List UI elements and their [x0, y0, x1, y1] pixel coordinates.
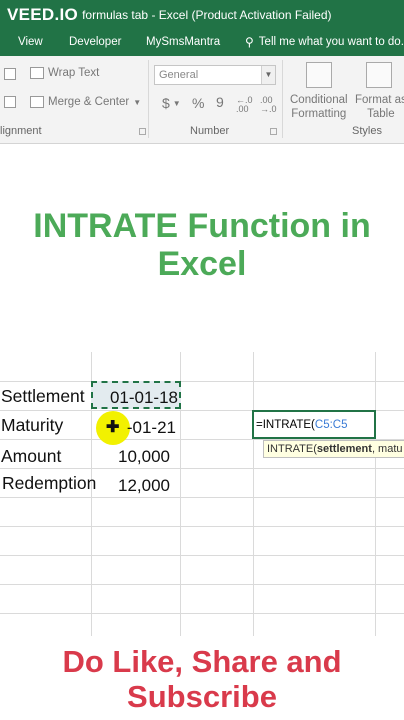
tell-me-text: Tell me what you want to do... [258, 36, 404, 48]
percent-symbol: % [192, 95, 205, 111]
gridline [0, 526, 404, 527]
conditional-formatting-icon [306, 62, 332, 88]
ribbon-tabs: View Developer MySmsMantra ⚲ Tell me wha… [0, 30, 404, 56]
conditional-formatting-line2: Formatting [291, 108, 347, 120]
gridline [0, 381, 404, 382]
percent-button[interactable]: % [192, 95, 204, 111]
lightbulb-icon: ⚲ [245, 35, 254, 49]
merge-icon [30, 96, 44, 108]
indent-increase-icon[interactable] [4, 96, 20, 108]
gridline [375, 352, 376, 636]
tooltip-rest: , matu [371, 443, 403, 455]
merge-center-button[interactable]: Merge & Center ▼ [30, 96, 141, 108]
tab-mysmsmantra[interactable]: MySmsMantra [146, 36, 220, 48]
number-format-value: General [159, 69, 199, 81]
ribbon: Wrap Text Merge & Center ▼ lignment Gene… [0, 56, 404, 144]
veed-logo: VEED.IO [7, 5, 79, 24]
cell-value-amount[interactable]: 10,000 [100, 447, 170, 467]
tab-view[interactable]: View [18, 36, 43, 48]
cell-label-maturity[interactable]: Maturity [1, 415, 63, 436]
chevron-down-icon: ▼ [261, 66, 275, 84]
tooltip-current-arg[interactable]: settlement [317, 443, 372, 455]
number-launcher-icon[interactable] [270, 128, 277, 135]
gridline [0, 555, 404, 556]
cell-label-amount[interactable]: Amount [1, 446, 61, 467]
headline-line1: INTRATE Function in [33, 207, 371, 245]
conditional-formatting-line1: Conditional [290, 94, 348, 106]
wrap-text-icon [30, 67, 44, 79]
merge-center-label: Merge & Center [48, 96, 130, 108]
window-title: formulas tab - Excel (Product Activation… [82, 8, 332, 22]
formula-text: =INTRATE( [256, 419, 315, 431]
format-as-table-line1: Format as [355, 94, 404, 106]
active-formula-cell[interactable]: =INTRATE(C5:C5 [252, 410, 376, 439]
cell-label-settlement[interactable]: Settlement [1, 386, 85, 407]
tell-me-search[interactable]: ⚲ Tell me what you want to do... [245, 35, 404, 49]
alignment-launcher-icon[interactable] [139, 128, 146, 135]
video-headline: INTRATE Function in Excel [0, 207, 404, 283]
format-as-table-line2: Table [367, 108, 395, 120]
gridline [0, 497, 404, 498]
divider [148, 60, 149, 138]
alignment-group-label: lignment [0, 125, 42, 137]
divider [282, 60, 283, 138]
currency-button[interactable]: $ ▼ [162, 95, 181, 111]
format-as-table-icon [366, 62, 392, 88]
wrap-text-label: Wrap Text [48, 67, 100, 79]
gridline [0, 584, 404, 585]
comma-style-button[interactable]: 9 [216, 94, 224, 110]
gridline [253, 352, 254, 636]
wrap-text-button[interactable]: Wrap Text [30, 67, 99, 79]
cell-value-redemption[interactable]: 12,000 [100, 476, 170, 496]
indent-icon[interactable] [4, 68, 20, 80]
function-tooltip: INTRATE(settlement, matu [263, 440, 404, 458]
currency-symbol: $ [162, 95, 170, 111]
footer-line2: Subscribe [127, 679, 277, 714]
video-footer-cta: Do Like, Share and Subscribe [0, 644, 404, 714]
increase-decimal-icon[interactable]: ←.0.00 [236, 96, 253, 114]
headline-line2: Excel [157, 245, 247, 283]
tooltip-function: INTRATE( [267, 443, 317, 455]
comma-symbol: 9 [216, 94, 224, 110]
decrease-decimal-icon[interactable]: .00 →.0 [260, 96, 277, 114]
styles-group-label: Styles [352, 125, 382, 137]
conditional-formatting-button[interactable]: Conditional Formatting [290, 93, 348, 121]
title-bar: VEED.IO formulas tab - Excel (Product Ac… [0, 0, 404, 30]
formula-range-ref: C5:C5 [314, 419, 348, 431]
number-format-select[interactable]: General ▼ [154, 65, 276, 85]
gridline [0, 613, 404, 614]
cell-label-redemption[interactable]: Redemption [2, 473, 96, 494]
cell-value-maturity[interactable]: -01-21 [110, 418, 176, 438]
number-group-label: Number [190, 125, 230, 137]
format-as-table-button[interactable]: Format as Table [355, 93, 404, 121]
gridline [0, 468, 404, 469]
cell-value-settlement[interactable]: 01-01-18 [100, 388, 178, 408]
footer-line1: Do Like, Share and [62, 644, 342, 679]
tab-developer[interactable]: Developer [69, 36, 121, 48]
